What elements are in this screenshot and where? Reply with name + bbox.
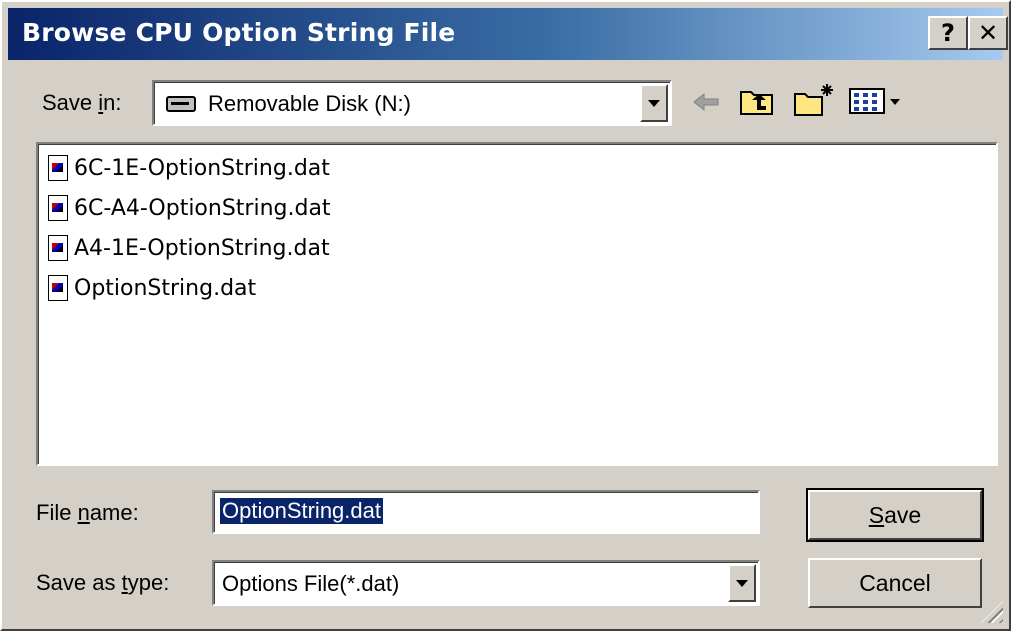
dat-file-icon xyxy=(48,235,68,261)
up-one-level-icon[interactable] xyxy=(738,84,776,118)
save-in-label: Save in: xyxy=(42,90,122,116)
back-arrow-icon[interactable] xyxy=(692,90,722,114)
file-item[interactable]: OptionString.dat xyxy=(48,270,256,306)
file-name-label-prefix: File xyxy=(36,500,78,525)
save-in-dropdown[interactable]: Removable Disk (N:) xyxy=(152,80,672,126)
file-name-label: 6C-1E-OptionString.dat xyxy=(74,155,330,181)
file-name-label-accel: n xyxy=(77,500,90,525)
save-in-value: Removable Disk (N:) xyxy=(208,91,411,116)
save-in-label-prefix: Save xyxy=(42,90,99,115)
file-item[interactable]: 6C-A4-OptionString.dat xyxy=(48,190,331,226)
file-item[interactable]: 6C-1E-OptionString.dat xyxy=(48,150,330,186)
dat-file-icon xyxy=(48,275,68,301)
cancel-button-label: Cancel xyxy=(859,569,931,596)
cancel-button[interactable]: Cancel xyxy=(808,558,982,608)
resize-grip-icon[interactable] xyxy=(981,601,1003,623)
save-button[interactable]: Save xyxy=(806,488,984,542)
save-button-accel: S xyxy=(868,501,885,528)
save-in-label-suffix: n: xyxy=(103,90,122,115)
file-name-label-suffix: ame: xyxy=(89,500,139,525)
save-as-type-dropdown-arrow[interactable] xyxy=(728,564,756,602)
file-list[interactable]: 6C-1E-OptionString.dat 6C-A4-OptionStrin… xyxy=(36,142,998,466)
new-folder-icon[interactable] xyxy=(792,82,836,118)
save-as-type-label: Save as type: xyxy=(36,570,169,596)
file-item[interactable]: A4-1E-OptionString.dat xyxy=(48,230,330,266)
file-name-label: File name: xyxy=(36,500,139,526)
file-name-label: A4-1E-OptionString.dat xyxy=(74,235,330,261)
save-button-label: ave xyxy=(884,501,922,528)
dialog-title: Browse CPU Option String File xyxy=(22,18,456,47)
dat-file-icon xyxy=(48,195,68,221)
file-name-label: 6C-A4-OptionString.dat xyxy=(74,195,331,221)
file-name-value: OptionString.dat xyxy=(219,497,384,525)
save-as-type-label-suffix: ype: xyxy=(127,570,170,595)
save-in-dropdown-arrow[interactable] xyxy=(640,84,668,122)
file-name-input[interactable]: OptionString.dat xyxy=(212,490,760,534)
file-name-label: OptionString.dat xyxy=(74,275,257,301)
help-icon: ? xyxy=(941,19,955,47)
dat-file-icon xyxy=(48,155,68,181)
close-icon: ✕ xyxy=(977,19,999,47)
save-as-type-value: Options File(*.dat) xyxy=(222,571,400,596)
save-as-type-dropdown[interactable]: Options File(*.dat) xyxy=(212,560,760,606)
help-button[interactable]: ? xyxy=(928,16,968,50)
save-as-type-label-prefix: Save as xyxy=(36,570,122,595)
save-dialog-window: Browse CPU Option String File ? ✕ Save i… xyxy=(0,0,1011,631)
removable-disk-icon xyxy=(166,96,196,112)
close-button[interactable]: ✕ xyxy=(968,16,1008,50)
view-menu-icon[interactable] xyxy=(848,86,910,116)
title-bar[interactable]: Browse CPU Option String File ? ✕ xyxy=(8,8,1008,60)
